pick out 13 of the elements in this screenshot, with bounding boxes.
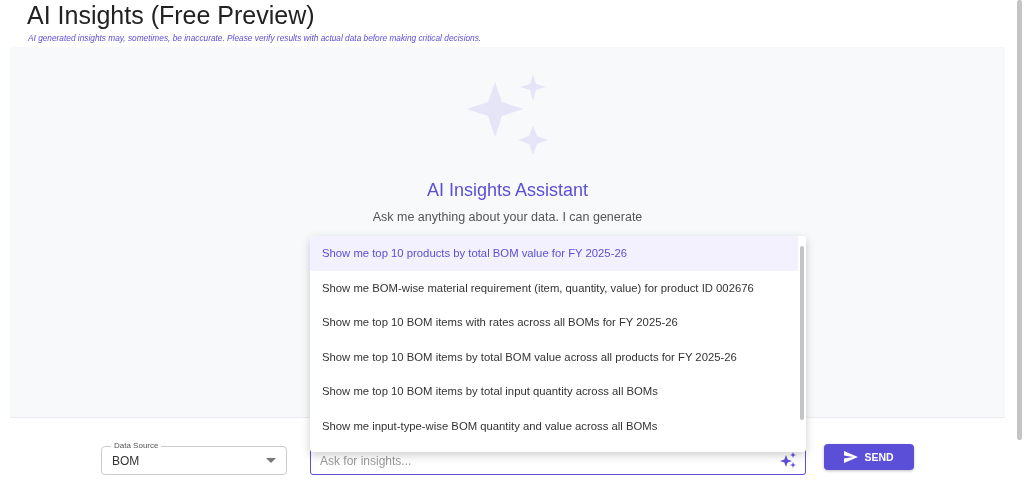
assistant-description: Ask me anything about your data. I can generate <box>372 210 643 224</box>
caret-icon <box>266 458 276 463</box>
scrollbar-thumb[interactable] <box>800 246 804 420</box>
sparkles-icon[interactable] <box>780 452 796 468</box>
scrollbar-thumb[interactable] <box>1017 0 1022 440</box>
data-source-label: Data Source <box>111 441 162 451</box>
send-button[interactable]: SEND <box>824 444 914 470</box>
send-icon <box>844 451 859 463</box>
suggestion-item[interactable]: Show me top 10 products by total BOM value for FY 2025-26 <box>310 236 798 271</box>
assistant-heading: AI Insights Assistant <box>426 180 589 201</box>
page-title: AI Insights (Free Preview) <box>26 0 316 30</box>
disclaimer-text: AI generated insights may, sometimes, be inaccurate. Please verify results with actual data before making critical decisions. <box>27 32 483 45</box>
data-source-value: BOM <box>112 453 140 468</box>
